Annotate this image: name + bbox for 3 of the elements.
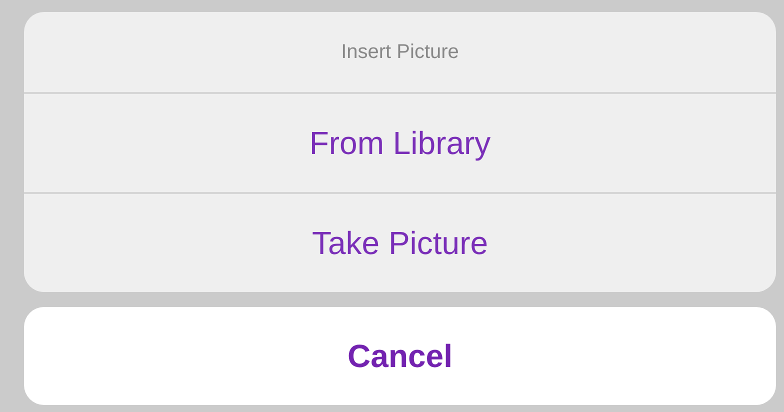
action-button[interactable]: Take Picture [24, 192, 776, 292]
cancel-button[interactable]: Cancel [24, 307, 776, 405]
sheet-title: Insert Picture [340, 40, 460, 64]
